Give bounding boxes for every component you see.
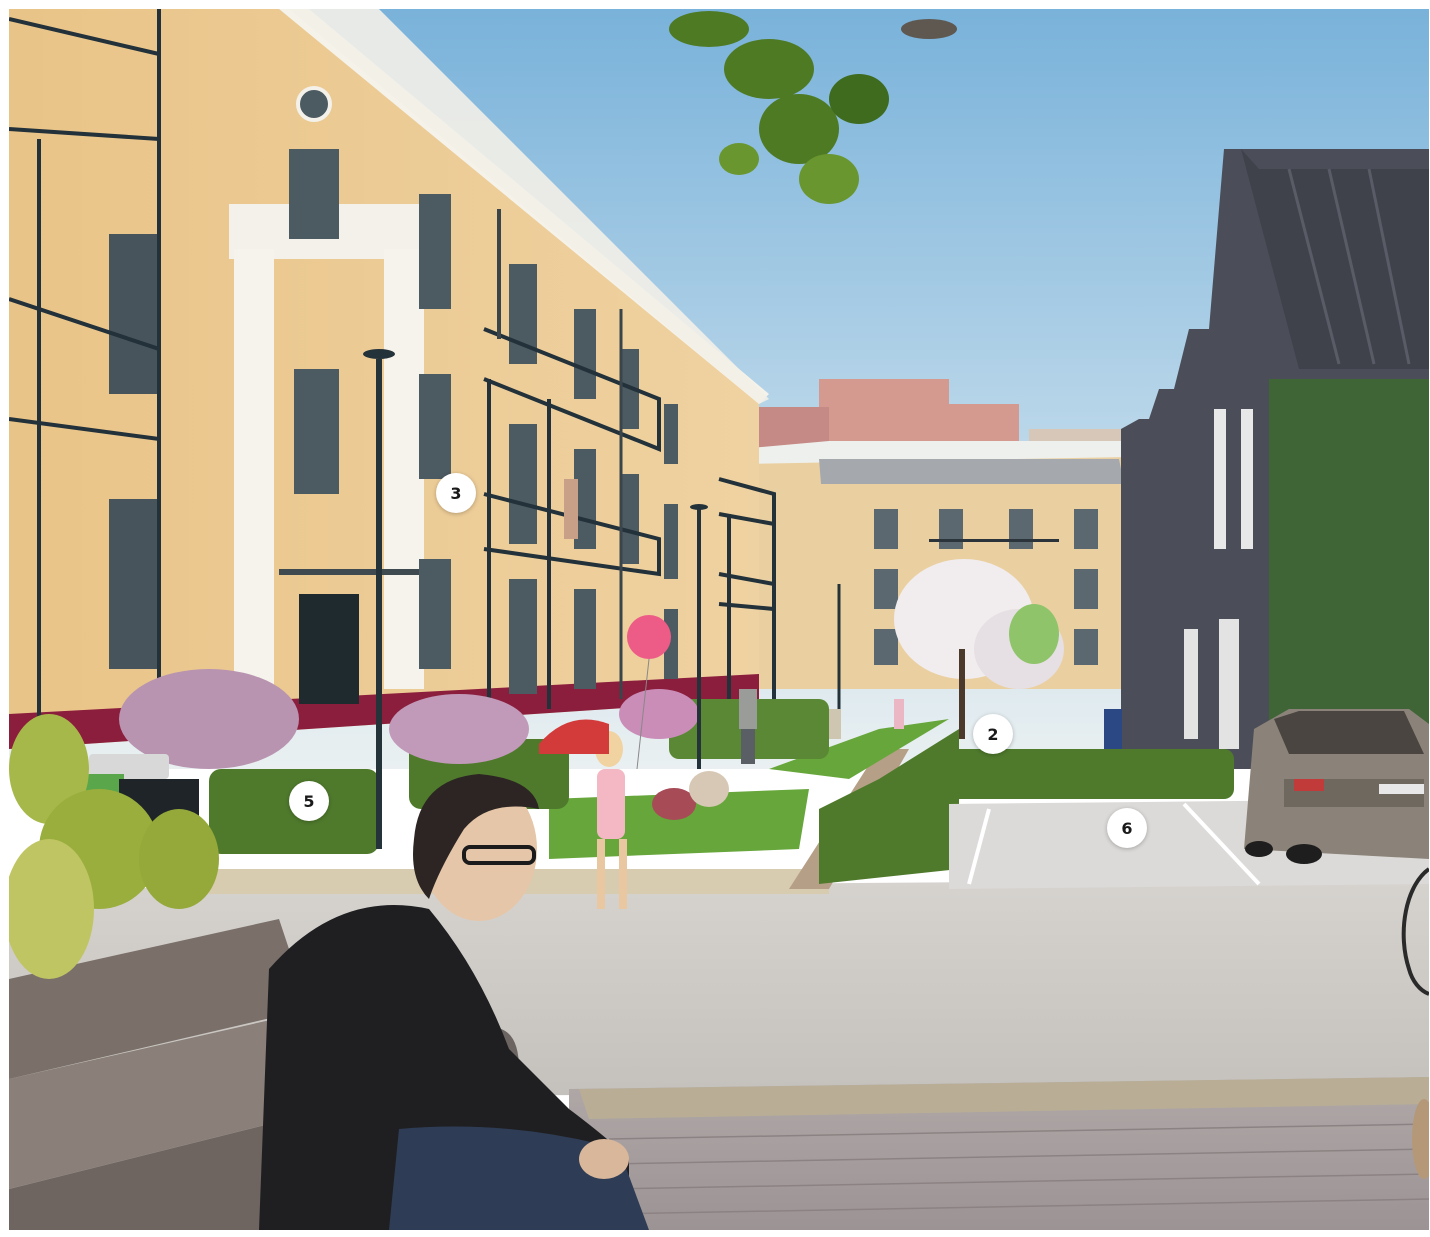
parked-car — [1244, 709, 1429, 864]
bird — [901, 19, 957, 39]
number-marker-6[interactable]: 6 — [1107, 808, 1147, 848]
number-marker-5[interactable]: 5 — [289, 781, 329, 821]
number-marker-3[interactable]: 3 — [436, 473, 476, 513]
number-marker-2[interactable]: 2 — [973, 714, 1013, 754]
courtyard-scene — [9, 9, 1429, 1230]
courtyard-rendering: 3 2 5 6 — [9, 9, 1429, 1230]
